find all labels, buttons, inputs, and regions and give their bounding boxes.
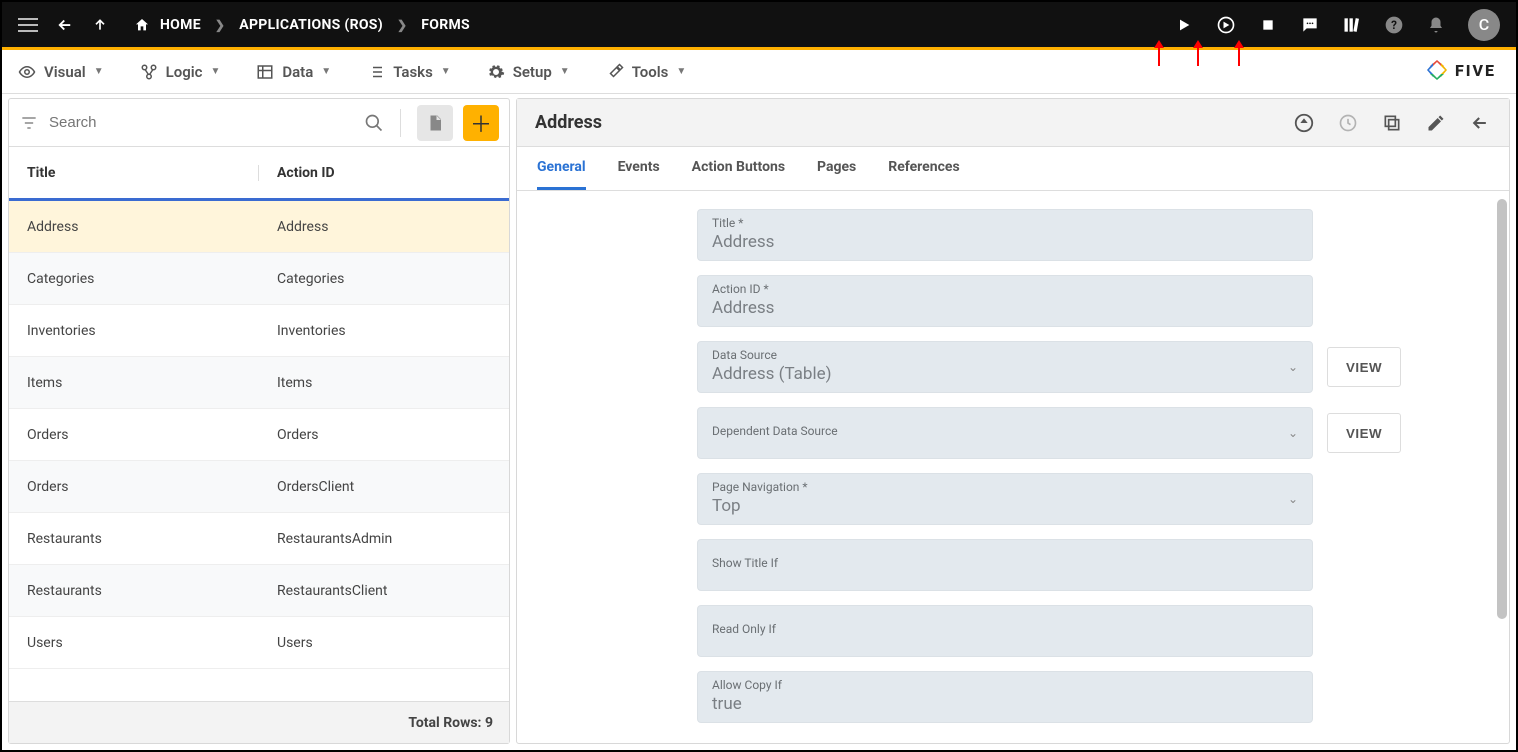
caret-down-icon: ▼ — [210, 66, 220, 77]
column-action-id[interactable]: Action ID — [259, 165, 491, 181]
tab-action-buttons[interactable]: Action Buttons — [692, 147, 785, 190]
cell-action-id: RestaurantsAdmin — [259, 531, 491, 547]
page-title: Address — [535, 112, 602, 133]
caret-down-icon: ▼ — [676, 66, 686, 77]
cell-action-id: RestaurantsClient — [259, 583, 491, 599]
table-header: Title Action ID — [9, 147, 509, 201]
menu-tools[interactable]: Tools▼ — [606, 63, 687, 81]
chevron-down-icon: ⌄ — [1288, 426, 1298, 440]
caret-down-icon: ▼ — [441, 66, 451, 77]
allow-copy-if-field[interactable]: Allow Copy If true — [697, 671, 1313, 723]
table-row[interactable]: OrdersOrdersClient — [9, 461, 509, 513]
cell-action-id: Items — [259, 375, 491, 391]
breadcrumb-home[interactable]: HOME — [134, 17, 201, 33]
table-row[interactable]: UsersUsers — [9, 617, 509, 669]
cell-action-id: OrdersClient — [259, 479, 491, 495]
column-title[interactable]: Title — [27, 165, 259, 181]
cell-action-id: Orders — [259, 427, 491, 443]
brand-logo: FIVE — [1425, 58, 1496, 82]
caret-down-icon: ▼ — [560, 66, 570, 77]
back-icon[interactable] — [56, 16, 74, 34]
table-row[interactable]: CategoriesCategories — [9, 253, 509, 305]
avatar[interactable]: C — [1468, 9, 1500, 41]
menu-visual[interactable]: Visual▼ — [18, 63, 104, 81]
play-icon[interactable] — [1174, 15, 1194, 35]
table-row[interactable]: RestaurantsRestaurantsAdmin — [9, 513, 509, 565]
page-navigation-field[interactable]: Page Navigation * Top ⌄ — [697, 473, 1313, 525]
bell-icon[interactable] — [1426, 15, 1446, 35]
chevron-right-icon: ❯ — [215, 18, 225, 32]
cell-title: Items — [27, 375, 259, 391]
divider — [400, 109, 401, 137]
tab-pages[interactable]: Pages — [817, 147, 856, 190]
caret-down-icon: ▼ — [321, 66, 331, 77]
menu-setup[interactable]: Setup▼ — [487, 63, 570, 81]
cell-title: Orders — [27, 427, 259, 443]
menu-data[interactable]: Data▼ — [256, 63, 331, 81]
chat-icon[interactable] — [1300, 15, 1320, 35]
cell-title: Restaurants — [27, 583, 259, 599]
dependent-data-source-field[interactable]: Dependent Data Source ⌄ — [697, 407, 1313, 459]
detail-panel: Address General Events Action Buttons Pa… — [516, 98, 1510, 744]
history-icon[interactable] — [1337, 112, 1359, 134]
svg-text:?: ? — [1391, 18, 1397, 32]
stop-icon[interactable] — [1258, 15, 1278, 35]
tab-events[interactable]: Events — [618, 147, 660, 190]
breadcrumb: HOME ❯ APPLICATIONS (ROS) ❯ FORMS — [134, 17, 470, 33]
action-id-field[interactable]: Action ID * Address — [697, 275, 1313, 327]
add-button[interactable]: ＋ — [463, 105, 499, 141]
chevron-down-icon: ⌄ — [1288, 492, 1298, 506]
cell-action-id: Users — [259, 635, 491, 651]
menu-logic[interactable]: Logic▼ — [140, 63, 221, 81]
inspect-icon[interactable] — [1216, 15, 1236, 35]
cell-action-id: Inventories — [259, 323, 491, 339]
breadcrumb-forms[interactable]: FORMS — [421, 17, 470, 33]
filter-icon[interactable] — [19, 113, 39, 133]
title-field[interactable]: Title * Address — [697, 209, 1313, 261]
show-title-if-field[interactable]: Show Title If — [697, 539, 1313, 591]
caret-down-icon: ▼ — [94, 66, 104, 77]
cell-title: Restaurants — [27, 531, 259, 547]
menu-icon[interactable] — [18, 18, 38, 32]
table-footer: Total Rows: 9 — [9, 701, 509, 743]
read-only-if-field[interactable]: Read Only If — [697, 605, 1313, 657]
help-icon[interactable]: ? — [1384, 15, 1404, 35]
breadcrumb-applications[interactable]: APPLICATIONS (ROS) — [239, 17, 383, 33]
cell-title: Categories — [27, 271, 259, 287]
data-source-field[interactable]: Data Source Address (Table) ⌄ — [697, 341, 1313, 393]
search-input[interactable] — [49, 114, 354, 131]
table-row[interactable]: OrdersOrders — [9, 409, 509, 461]
back-arrow-icon[interactable] — [1469, 112, 1491, 134]
view-button[interactable]: VIEW — [1327, 347, 1401, 387]
cell-action-id: Address — [259, 219, 491, 235]
edit-icon[interactable] — [1425, 112, 1447, 134]
scrollbar-thumb[interactable] — [1497, 199, 1507, 619]
forms-list-panel: ＋ Title Action ID AddressAddressCategori… — [8, 98, 510, 744]
copy-icon[interactable] — [1381, 112, 1403, 134]
tab-references[interactable]: References — [888, 147, 959, 190]
menu-tasks[interactable]: Tasks▼ — [367, 63, 451, 81]
document-button[interactable] — [417, 105, 453, 141]
tab-general[interactable]: General — [537, 147, 586, 190]
cell-action-id: Categories — [259, 271, 491, 287]
library-icon[interactable] — [1342, 15, 1362, 35]
chevron-right-icon: ❯ — [397, 18, 407, 32]
up-icon[interactable] — [92, 17, 108, 33]
revert-icon[interactable] — [1293, 112, 1315, 134]
cell-title: Inventories — [27, 323, 259, 339]
search-icon[interactable] — [364, 113, 384, 133]
chevron-down-icon: ⌄ — [1288, 360, 1298, 374]
cell-title: Orders — [27, 479, 259, 495]
view-button[interactable]: VIEW — [1327, 413, 1401, 453]
cell-title: Users — [27, 635, 259, 651]
table-row[interactable]: AddressAddress — [9, 201, 509, 253]
table-row[interactable]: ItemsItems — [9, 357, 509, 409]
table-row[interactable]: RestaurantsRestaurantsClient — [9, 565, 509, 617]
table-row[interactable]: InventoriesInventories — [9, 305, 509, 357]
cell-title: Address — [27, 219, 259, 235]
